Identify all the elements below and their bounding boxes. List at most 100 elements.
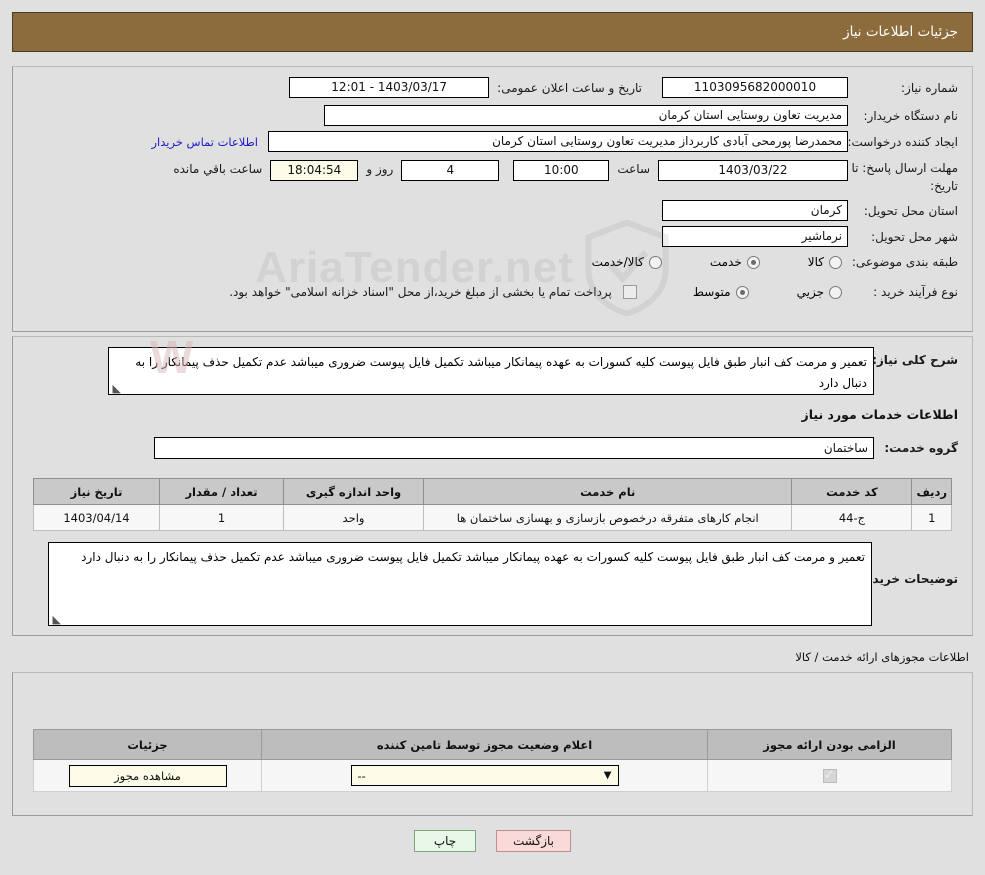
- page-header-bar: جزئیات اطلاعات نیاز: [12, 12, 973, 52]
- td-radif: 1: [911, 504, 952, 531]
- td-unit: واحد: [283, 504, 424, 531]
- summary-label: شرح کلی نیاز:: [872, 353, 958, 367]
- back-button[interactable]: بازگشت: [496, 830, 571, 852]
- permits-header-row: الزامی بودن ارائه مجوز اعلام وضعیت مجوز …: [33, 729, 952, 760]
- summary-group: شرح کلی نیاز: تعمیر و مرمت کف انبار طبق …: [108, 347, 958, 395]
- city-value: نرماشیر: [662, 226, 848, 247]
- services-section-title: اطلاعات خدمات مورد نیاز: [801, 407, 959, 422]
- th-quantity: تعداد / مقدار: [159, 478, 284, 505]
- deadline-group: مهلت ارسال پاسخ: تا تاریخ: 1403/03/22 سا…: [165, 159, 958, 195]
- th-date: تاریخ نیاز: [33, 478, 160, 505]
- td-code: ج-44: [791, 504, 913, 531]
- service-group-label: گروه خدمت:: [884, 441, 958, 455]
- permits-section-heading: اطلاعات مجوزهای ارائه خدمت / کالا: [795, 650, 969, 664]
- need-info-panel: شماره نیاز: 1103095682000010 تاریخ و ساع…: [12, 66, 973, 332]
- category-option-kala-khedmat[interactable]: کالا/خدمت: [592, 255, 662, 269]
- permit-status-dropdown[interactable]: ▼ --: [350, 765, 619, 786]
- td-permit-details: مشاهده مجوز: [33, 759, 262, 792]
- summary-textbox[interactable]: تعمیر و مرمت کف انبار طبق فایل پیوست کلی…: [108, 347, 874, 395]
- permit-required-checkbox: [822, 767, 837, 785]
- category-label-kala-khedmat: کالا/خدمت: [591, 255, 644, 269]
- buyer-org-value: مدیریت تعاون روستایی استان کرمان: [324, 105, 848, 126]
- announce-value: 1403/03/17 - 12:01: [289, 77, 490, 98]
- buyer-notes-textbox[interactable]: تعمیر و مرمت کف انبار طبق فایل پیوست کلی…: [48, 542, 872, 626]
- category-label-kala: کالا: [807, 255, 824, 269]
- remaining-clock-value: 18:04:54: [270, 160, 359, 181]
- th-permit-required: الزامی بودن ارائه مجوز: [707, 729, 952, 760]
- announce-group: تاریخ و ساعت اعلان عمومی: 1403/03/17 - 1…: [289, 77, 642, 98]
- creator-label: ایجاد کننده درخواست:: [847, 134, 958, 149]
- process-option-jozii[interactable]: جزیي: [797, 285, 842, 299]
- treasury-option[interactable]: پرداخت تمام یا بخشی از مبلغ خرید،از محل …: [229, 285, 637, 299]
- buyer-notes-value: تعمیر و مرمت کف انبار طبق فایل پیوست کلی…: [81, 550, 865, 564]
- remaining-days-value: 4: [401, 160, 500, 181]
- deadline-time-label: ساعت: [617, 162, 650, 176]
- process-label: نوع فرآیند خرید :: [873, 285, 958, 299]
- service-group-value: ساختمان: [154, 437, 874, 459]
- buyer-notes-group: توضیحات خریدار: تعمیر و مرمت کف انبار طب…: [48, 542, 958, 626]
- category-radio-kala-khedmat[interactable]: [648, 255, 662, 269]
- process-label-motevaset: متوسط: [692, 285, 731, 299]
- services-table-wrapper: ردیف کد خدمت نام خدمت واحد اندازه گیری ت…: [33, 478, 952, 531]
- td-permit-required: [707, 759, 952, 792]
- need-number-group: شماره نیاز: 1103095682000010: [662, 77, 958, 98]
- services-section-heading: اطلاعات خدمات مورد نیاز: [802, 407, 959, 422]
- td-date: 1403/04/14: [33, 504, 160, 531]
- view-permit-button[interactable]: مشاهده مجوز: [68, 764, 227, 787]
- process-radio-motevaset[interactable]: [735, 285, 749, 299]
- category-label-khedmat: خدمت: [709, 255, 742, 269]
- category-group: طبقه بندی موضوعی: کالا خدمت کالا/خدمت: [592, 255, 958, 269]
- need-number-value: 1103095682000010: [662, 77, 848, 98]
- province-label: استان محل تحویل:: [863, 203, 958, 218]
- permits-row: ▼ -- مشاهده مجوز: [33, 759, 952, 792]
- category-option-kala[interactable]: کالا: [808, 255, 842, 269]
- treasury-checkbox[interactable]: [622, 285, 637, 299]
- treasury-text: پرداخت تمام یا بخشی از مبلغ خرید،از محل …: [229, 285, 612, 299]
- city-group: شهر محل تحویل: نرماشیر: [662, 226, 958, 247]
- footer-button-bar: بازگشت چاپ: [0, 830, 985, 852]
- deadline-time-value: 10:00: [513, 160, 610, 181]
- table-row: 1 ج-44 انجام کارهای متفرقه درخصوص بازساز…: [33, 504, 952, 531]
- city-label: شهر محل تحویل:: [871, 229, 958, 244]
- page-root: AriaTender.net W جزئیات اطلاعات نیاز شما…: [0, 0, 985, 875]
- td-permit-status: ▼ --: [261, 759, 708, 792]
- category-radio-kala[interactable]: [829, 255, 842, 269]
- deadline-date-value: 1403/03/22: [658, 160, 848, 181]
- print-button[interactable]: چاپ: [414, 830, 476, 852]
- description-panel: شرح کلی نیاز: تعمیر و مرمت کف انبار طبق …: [12, 336, 973, 636]
- permit-status-value: --: [357, 768, 366, 783]
- buyer-contact-link[interactable]: اطلاعات تماس خریدار: [151, 135, 258, 149]
- category-option-khedmat[interactable]: خدمت: [710, 255, 760, 269]
- page-title: جزئیات اطلاعات نیاز: [843, 24, 958, 40]
- th-permit-status: اعلام وضعیت مجوز توسط تامین کننده: [261, 729, 708, 760]
- deadline-label: مهلت ارسال پاسخ: تا تاریخ:: [851, 161, 958, 193]
- category-label: طبقه بندی موضوعی:: [851, 255, 958, 269]
- th-unit: واحد اندازه گیری: [283, 478, 424, 505]
- buyer-org-label: نام دستگاه خریدار:: [863, 108, 959, 123]
- td-name: انجام کارهای متفرقه درخصوص بازسازی و بهس…: [422, 504, 793, 531]
- permits-table: الزامی بودن ارائه مجوز اعلام وضعیت مجوز …: [33, 729, 952, 792]
- th-code: کد خدمت: [791, 478, 913, 505]
- category-radio-khedmat[interactable]: [746, 255, 760, 269]
- process-radio-jozii[interactable]: [829, 285, 842, 299]
- days-unit-label: روز و: [366, 162, 394, 176]
- remaining-suffix-label: ساعت باقي مانده: [173, 162, 263, 176]
- permits-panel: الزامی بودن ارائه مجوز اعلام وضعیت مجوز …: [12, 672, 973, 816]
- province-value: کرمان: [662, 200, 848, 221]
- province-group: استان محل تحویل: کرمان: [662, 200, 958, 221]
- buyer-notes-label: توضیحات خریدار:: [856, 572, 958, 586]
- services-table-header-row: ردیف کد خدمت نام خدمت واحد اندازه گیری ت…: [33, 478, 952, 505]
- buyer-org-group: نام دستگاه خریدار: مدیریت تعاون روستایی …: [324, 105, 958, 126]
- permits-section-title: اطلاعات مجوزهای ارائه خدمت / کالا: [795, 650, 969, 664]
- th-name: نام خدمت: [422, 478, 793, 505]
- service-group-row: گروه خدمت: ساختمان: [154, 437, 958, 459]
- td-quantity: 1: [159, 504, 284, 531]
- permits-table-wrapper: الزامی بودن ارائه مجوز اعلام وضعیت مجوز …: [33, 729, 952, 792]
- th-permit-details: جزئیات: [33, 729, 262, 760]
- creator-value: محمدرضا پورمحی آبادی کاربرداز مدیریت تعا…: [268, 131, 848, 152]
- creator-group: ایجاد کننده درخواست: محمدرضا پورمحی آباد…: [151, 131, 958, 152]
- resize-grip-icon[interactable]: ◣: [111, 383, 121, 394]
- summary-value: تعمیر و مرمت کف انبار طبق فایل پیوست کلی…: [135, 355, 867, 390]
- process-option-motevaset[interactable]: متوسط: [693, 285, 749, 299]
- resize-grip-icon-notes[interactable]: ◣: [51, 614, 61, 625]
